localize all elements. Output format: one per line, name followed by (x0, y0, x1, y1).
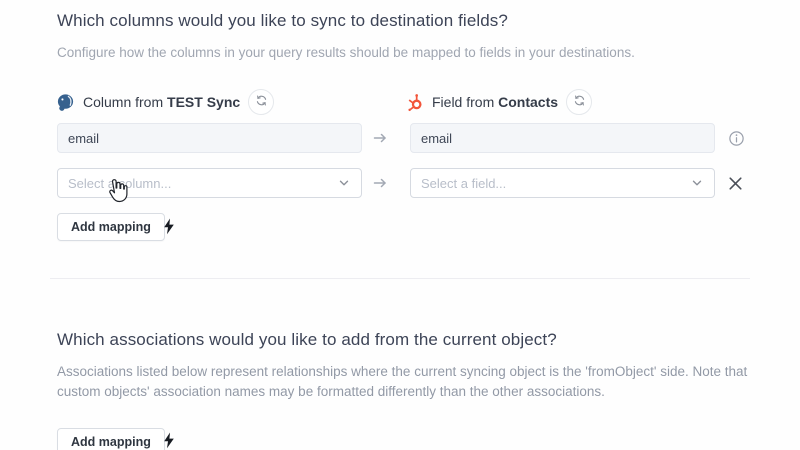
select-column-placeholder: Select a column... (68, 176, 171, 191)
chevron-down-icon (337, 176, 351, 190)
destination-field-header: Field from Contacts (405, 89, 592, 115)
section-divider (50, 278, 750, 279)
arrow-right-icon (372, 175, 388, 191)
associations-description: Associations listed below represent rela… (57, 362, 754, 402)
select-field-dropdown[interactable]: Select a field... (410, 168, 715, 198)
destination-field-input-row1[interactable] (410, 123, 715, 153)
remove-row-button[interactable] (726, 174, 745, 193)
hubspot-icon (405, 93, 424, 112)
postgresql-icon (56, 93, 75, 112)
associations-section-title: Which associations would you like to add… (57, 330, 557, 350)
select-field-placeholder: Select a field... (421, 176, 506, 191)
refresh-icon (573, 94, 586, 110)
chevron-down-icon (690, 176, 704, 190)
refresh-icon (255, 94, 268, 110)
sync-config-panel: Which columns would you like to sync to … (0, 0, 800, 450)
source-column-header: Column from TEST Sync (56, 89, 274, 115)
source-column-value[interactable] (68, 131, 351, 146)
mapping-section-subtitle: Configure how the columns in your query … (57, 45, 635, 60)
refresh-source-columns-button[interactable] (248, 89, 274, 115)
row1-info-button[interactable] (728, 130, 745, 147)
source-column-input-row1[interactable] (57, 123, 362, 153)
mapping-section-title: Which columns would you like to sync to … (57, 11, 508, 31)
source-header-label: Column from TEST Sync (83, 94, 240, 110)
lightning-bolt-icon (163, 432, 175, 449)
add-association-mapping-button[interactable]: Add mapping (57, 428, 165, 450)
info-icon (728, 135, 745, 150)
arrow-right-icon (372, 130, 388, 146)
lightning-bolt-icon (163, 218, 175, 235)
destination-field-value[interactable] (421, 131, 704, 146)
refresh-destination-fields-button[interactable] (566, 89, 592, 115)
close-icon (726, 181, 745, 196)
destination-header-label: Field from Contacts (432, 94, 558, 110)
add-mapping-button[interactable]: Add mapping (57, 213, 165, 241)
select-column-dropdown[interactable]: Select a column... (57, 168, 362, 198)
